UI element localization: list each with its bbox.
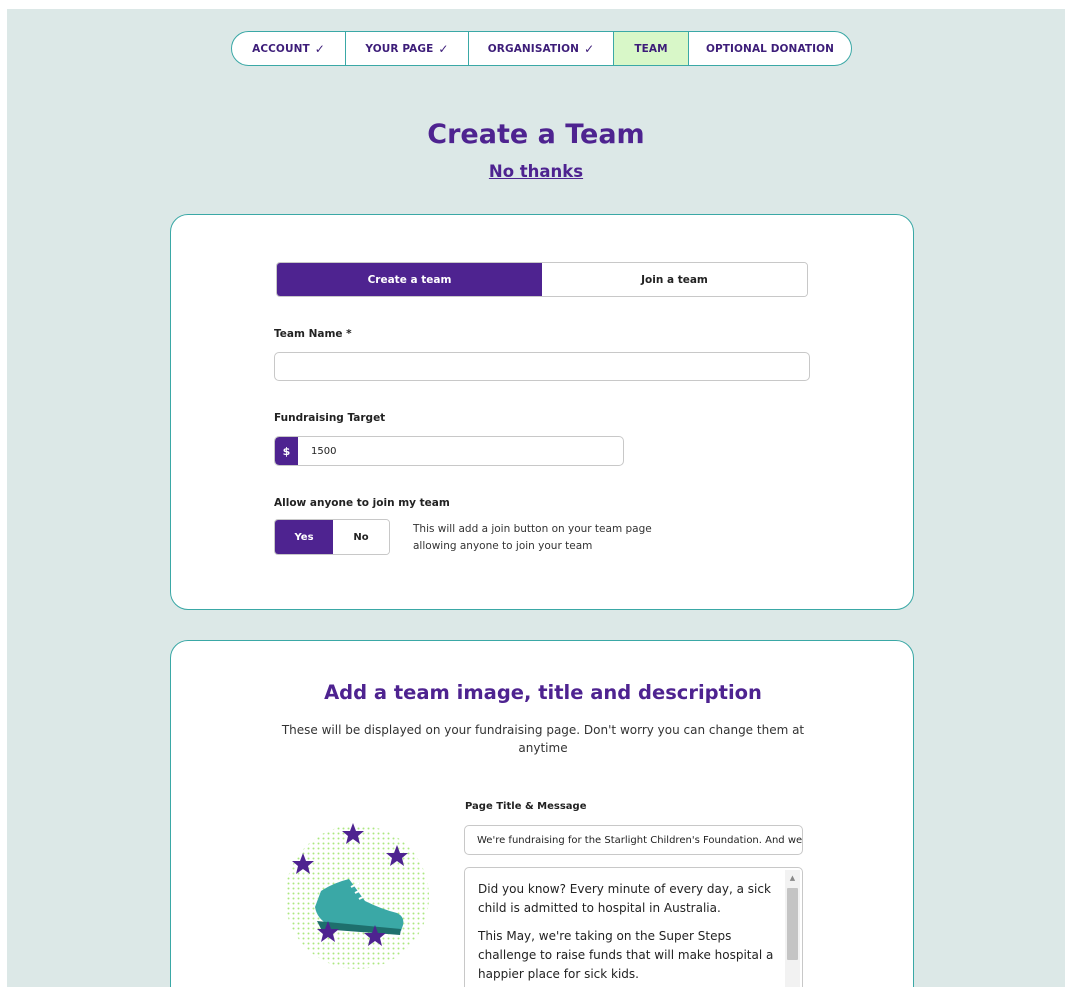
allow-join-yes-button[interactable]: Yes (275, 520, 333, 554)
sneaker-with-stars-icon[interactable] (281, 821, 433, 973)
page-background: ACCOUNT ✓ YOUR PAGE ✓ ORGANISATION ✓ TEA… (7, 9, 1065, 987)
fundraising-target-label: Fundraising Target (274, 412, 386, 424)
section-title: Add a team image, title and description (324, 681, 762, 704)
section-subtitle: These will be displayed on your fundrais… (281, 723, 805, 755)
fundraising-target-input[interactable]: $ 1500 (274, 436, 624, 466)
step-optional-donation[interactable]: OPTIONAL DONATION (689, 32, 851, 65)
scroll-up-arrow-icon[interactable]: ▲ (785, 872, 800, 884)
step-label: OPTIONAL DONATION (705, 42, 835, 55)
message-paragraph: Did you know? Every minute of every day,… (478, 882, 771, 915)
team-details-card: Add a team image, title and description … (170, 640, 914, 987)
message-paragraph: This May, we're taking on the Super Step… (478, 929, 774, 981)
allow-join-toggle: Yes No (274, 519, 390, 555)
allow-join-label: Allow anyone to join my team (274, 497, 450, 509)
check-icon: ✓ (584, 41, 595, 56)
allow-join-hint: This will add a join button on your team… (413, 523, 652, 552)
progress-stepper: ACCOUNT ✓ YOUR PAGE ✓ ORGANISATION ✓ TEA… (231, 31, 852, 66)
target-value: 1500 (311, 445, 337, 457)
join-team-tab[interactable]: Join a team (542, 263, 807, 296)
step-label: YOUR PAGE (365, 42, 434, 55)
step-label: ORGANISATION (487, 42, 580, 55)
team-name-input[interactable] (274, 352, 810, 381)
team-name-label: Team Name * (274, 328, 352, 340)
page-title: Create a Team (427, 119, 645, 150)
create-team-tab[interactable]: Create a team (277, 263, 542, 296)
page-title-message-label: Page Title & Message (465, 801, 587, 812)
step-team[interactable]: TEAM (614, 32, 689, 65)
check-icon: ✓ (438, 41, 449, 56)
step-your-page[interactable]: YOUR PAGE ✓ (346, 32, 469, 65)
create-team-card: Create a team Join a team Team Name * Fu… (170, 214, 914, 610)
create-join-toggle: Create a team Join a team (276, 262, 808, 297)
message-text: Did you know? Every minute of every day,… (478, 880, 778, 987)
step-organisation[interactable]: ORGANISATION ✓ (469, 32, 614, 65)
page-title-input[interactable]: We're fundraising for the Starlight Chil… (464, 825, 803, 855)
step-label: TEAM (634, 42, 668, 55)
step-label: ACCOUNT (252, 42, 310, 55)
check-icon: ✓ (314, 41, 325, 56)
no-thanks-link[interactable]: No thanks (7, 162, 1065, 181)
allow-join-no-button[interactable]: No (333, 520, 389, 554)
page-message-textarea[interactable]: Did you know? Every minute of every day,… (464, 867, 803, 987)
scrollbar-thumb[interactable] (787, 888, 798, 960)
step-account[interactable]: ACCOUNT ✓ (232, 32, 346, 65)
currency-symbol: $ (275, 437, 298, 465)
